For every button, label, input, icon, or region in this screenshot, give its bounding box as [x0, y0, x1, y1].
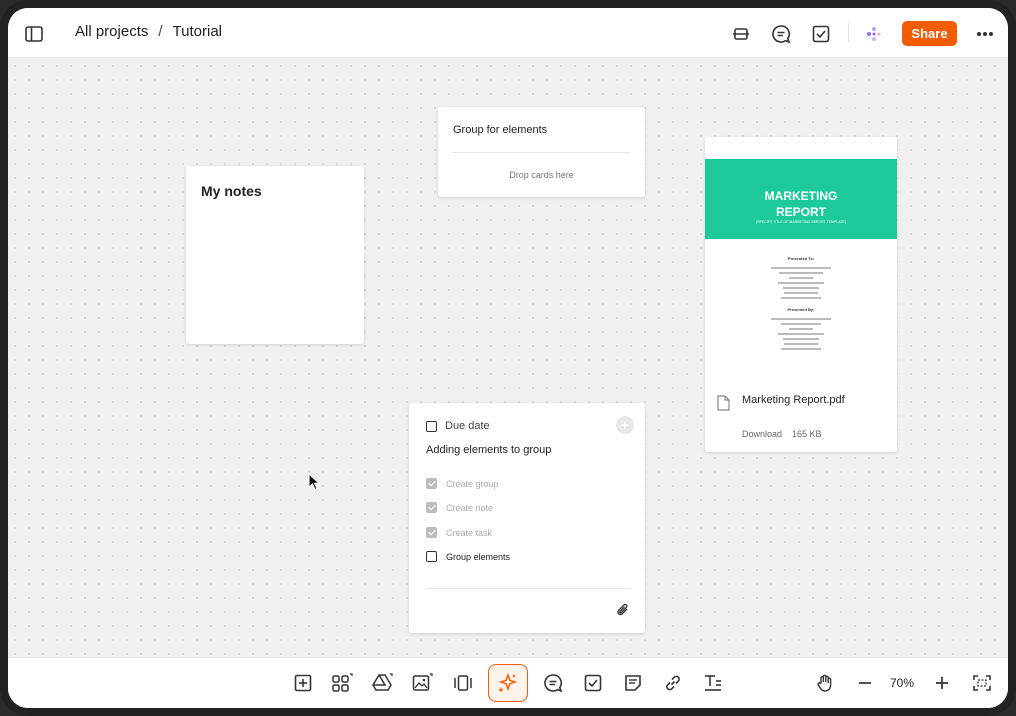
task-item[interactable]: Create group [426, 478, 499, 489]
note-card[interactable]: My notes [186, 166, 364, 344]
group-card[interactable]: Group for elements Drop cards here [438, 107, 645, 197]
carousel-icon[interactable] [450, 670, 476, 696]
text-icon[interactable] [700, 670, 726, 696]
more-icon[interactable] [974, 23, 996, 45]
report-text-lines [761, 267, 841, 302]
report-cover-title: MARKETING REPORT [764, 189, 838, 219]
breadcrumb-current-page[interactable]: Tutorial [173, 23, 222, 40]
file-name[interactable]: Marketing Report.pdf [742, 394, 845, 406]
task-item-label: Create task [446, 527, 493, 538]
report-presented-to: Presented To: [787, 256, 815, 261]
group-drop-hint: Drop cards here [509, 170, 574, 180]
task-item[interactable]: Create task [426, 527, 492, 538]
group-card-title: Group for elements [453, 124, 548, 136]
zoom-in-icon[interactable] [929, 670, 955, 696]
image-icon[interactable] [410, 670, 436, 696]
breadcrumb-separator: / [158, 23, 163, 40]
zoom-level[interactable]: 70% [890, 676, 914, 690]
add-icon[interactable]: + [616, 416, 634, 434]
task-item[interactable]: Create note [426, 502, 493, 513]
task-card-divider [426, 588, 631, 589]
task-icon[interactable] [580, 670, 606, 696]
report-presented-by: Presented By: [787, 307, 815, 312]
due-date-label: Due date [445, 420, 490, 432]
ai-magic-button[interactable] [488, 664, 528, 702]
apps-icon[interactable] [330, 670, 356, 696]
ai-assistant-icon[interactable] [863, 23, 885, 45]
file-icon [717, 395, 730, 416]
task-checkbox[interactable] [426, 551, 437, 562]
bottom-toolbar: 70% [8, 657, 1008, 708]
due-date-row[interactable]: Due date [426, 420, 490, 432]
task-checkbox[interactable] [426, 502, 437, 513]
group-card-divider [453, 152, 630, 153]
tasks-icon[interactable] [810, 23, 832, 45]
app-window: All projects / Tutorial Share My notes G… [8, 8, 1008, 708]
task-card[interactable]: Due date + Adding elements to group Crea… [409, 403, 645, 633]
top-bar: All projects / Tutorial Share [8, 8, 1008, 58]
file-card[interactable]: MARKETING REPORT [SPECIFY TITLE OF MARKE… [705, 137, 897, 452]
zoom-out-icon[interactable] [852, 670, 878, 696]
note-icon[interactable] [620, 670, 646, 696]
google-drive-icon[interactable] [370, 670, 396, 696]
hand-tool-icon[interactable] [812, 670, 838, 696]
breadcrumb: All projects / Tutorial [75, 23, 222, 40]
topbar-divider [848, 23, 849, 43]
download-link[interactable]: Download [742, 429, 782, 439]
share-button[interactable]: Share [902, 21, 957, 46]
task-item-label: Create note [446, 502, 494, 513]
due-date-checkbox[interactable] [426, 420, 437, 432]
comment-icon[interactable] [540, 670, 566, 696]
file-meta: Download 165 KB [742, 429, 822, 439]
file-size: 165 KB [792, 429, 822, 439]
fit-to-screen-icon[interactable] [969, 670, 995, 696]
task-item-label: Create group [446, 478, 499, 489]
task-checkbox[interactable] [426, 478, 437, 489]
mouse-cursor-icon [308, 472, 321, 496]
comments-icon[interactable] [770, 23, 792, 45]
task-title[interactable]: Adding elements to group [426, 444, 551, 456]
report-cover-subtitle: [SPECIFY TITLE OF MARKETING REPORT TEMPL… [756, 220, 846, 224]
report-text-lines [761, 318, 841, 353]
attachment-icon[interactable] [616, 603, 630, 622]
ai-magic-icon [498, 672, 518, 693]
add-card-icon[interactable] [290, 670, 316, 696]
sidebar-toggle-icon[interactable] [23, 23, 45, 45]
link-icon[interactable] [660, 670, 686, 696]
task-item[interactable]: Group elements [426, 551, 510, 562]
presentation-icon[interactable] [730, 23, 752, 45]
task-item-label: Group elements [446, 551, 511, 562]
breadcrumb-all-projects[interactable]: All projects [75, 23, 148, 40]
note-card-title: My notes [201, 183, 262, 199]
task-checkbox[interactable] [426, 527, 437, 538]
board-canvas[interactable]: My notes Group for elements Drop cards h… [8, 59, 1008, 657]
